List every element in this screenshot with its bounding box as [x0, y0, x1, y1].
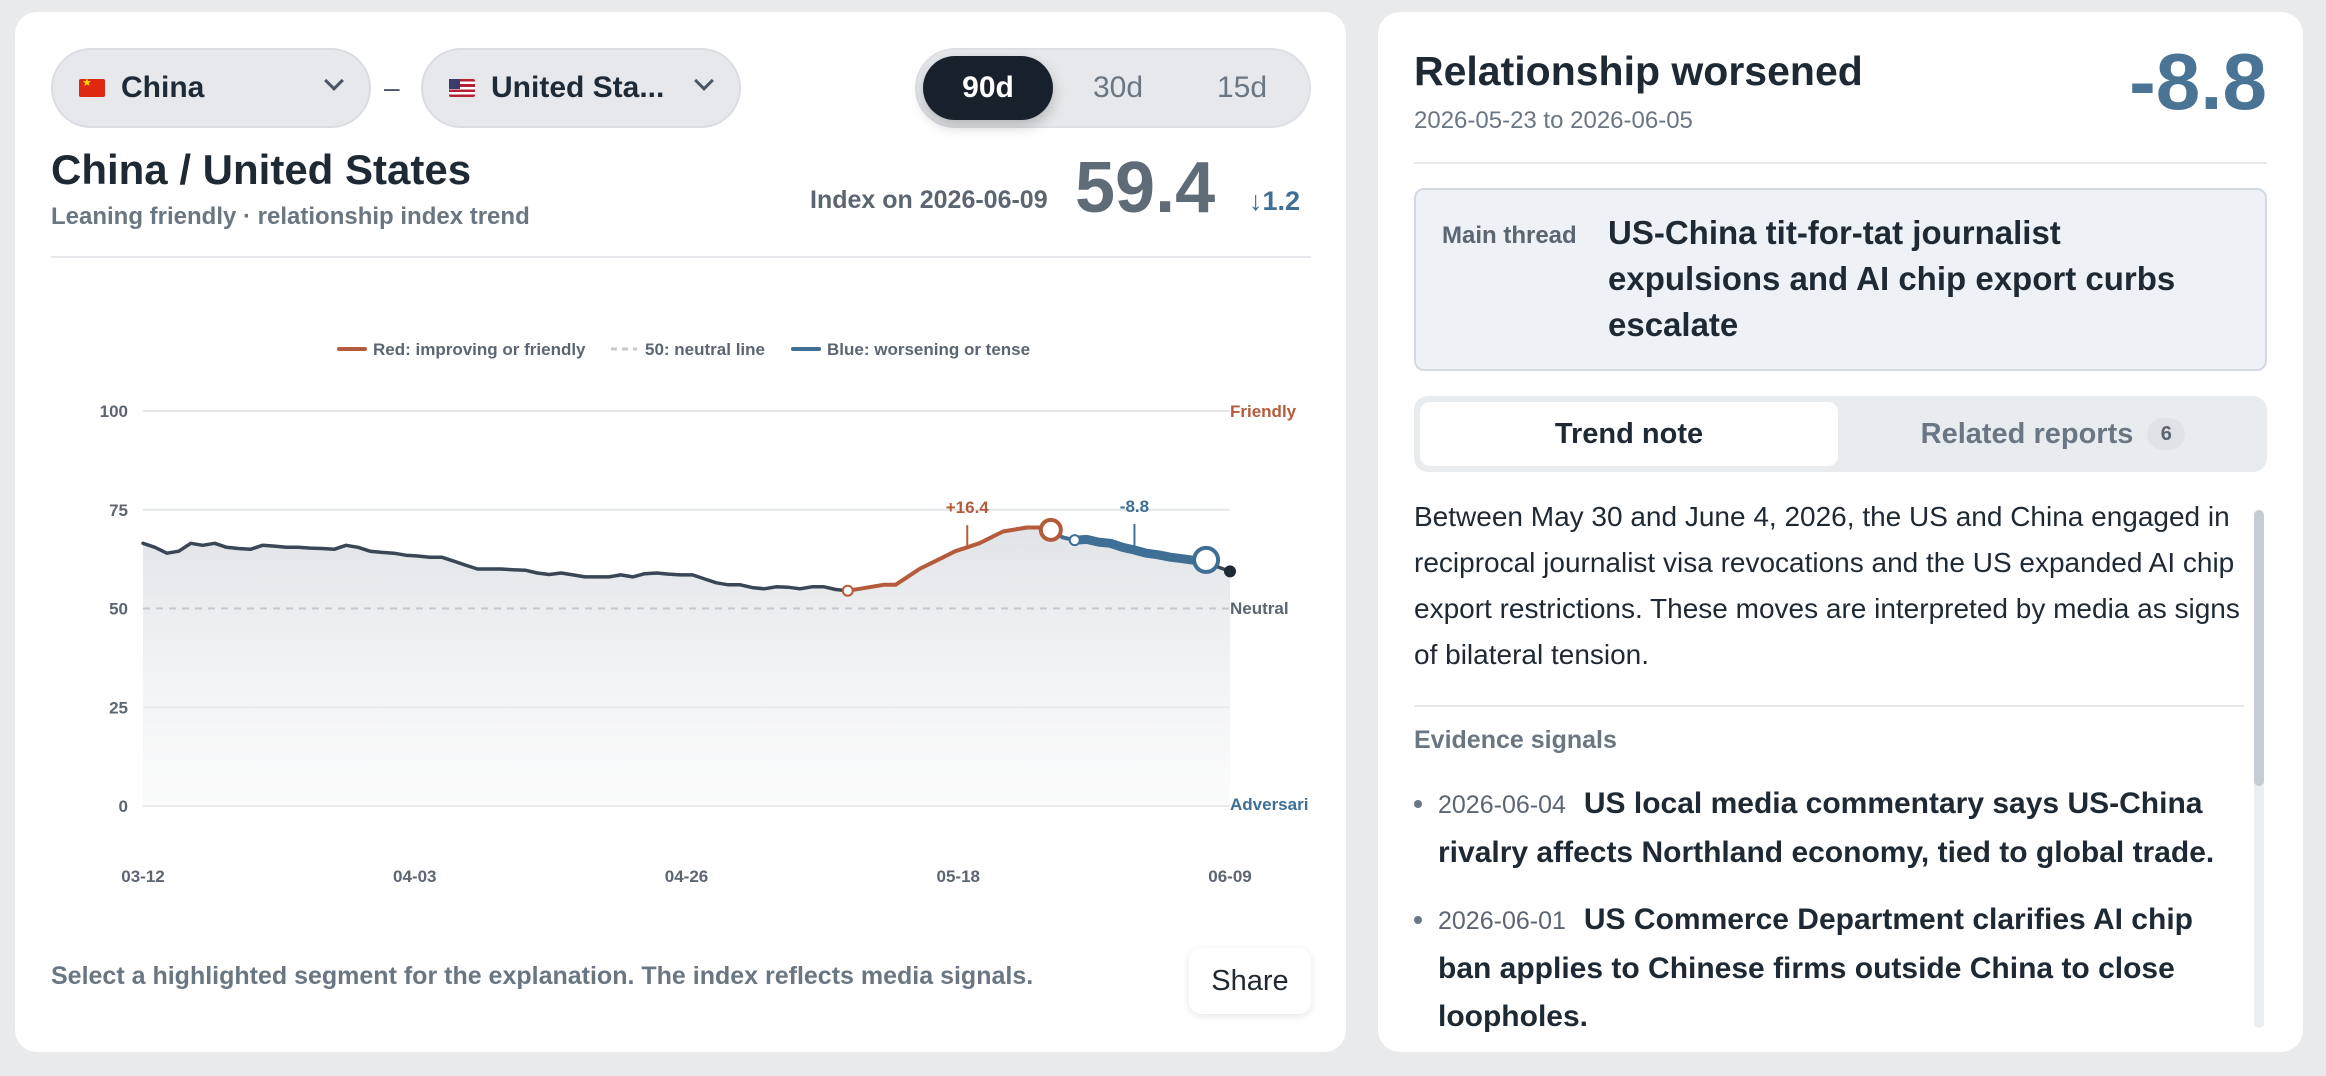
bullet-icon: [1414, 800, 1422, 808]
header-divider: [51, 256, 1311, 258]
worsening-segment-label: -8.8: [1120, 497, 1149, 516]
range-option-15d[interactable]: 15d: [1183, 56, 1301, 120]
segment-end-point: [1192, 545, 1221, 574]
x-tick-label: 04-03: [393, 867, 436, 886]
legend-red: Red: improving or friendly: [373, 340, 586, 359]
index-date-label: Index on 2026-06-09: [810, 186, 1048, 214]
index-value: 59.4: [1075, 148, 1216, 228]
chart-legend: Red: improving or friendly 50: neutral l…: [337, 340, 1030, 359]
bullet-icon: [1414, 916, 1422, 924]
detail-panel: Relationship worsened 2026-05-23 to 2026…: [1378, 12, 2303, 1052]
x-tick-label: 06-09: [1208, 867, 1251, 886]
latest-point: [1224, 565, 1236, 578]
improving-segment-label: +16.4: [946, 498, 990, 517]
country-a-label: China: [121, 71, 205, 104]
range-option-30d[interactable]: 30d: [1059, 56, 1177, 120]
cn-flag-icon: [79, 76, 105, 97]
legend-blue: Blue: worsening or tense: [827, 340, 1030, 359]
us-flag-icon: [449, 79, 475, 97]
page-subtitle: Leaning friendly · relationship index tr…: [51, 203, 530, 230]
chevron-down-icon: [694, 71, 714, 91]
y-tick-label: 75: [109, 501, 128, 520]
x-tick-label: 04-26: [665, 867, 708, 886]
detail-date-range: 2026-05-23 to 2026-06-05: [1414, 107, 1693, 134]
country-separator: –: [384, 72, 400, 103]
relationship-index-chart: Red: improving or friendly 50: neutral l…: [100, 340, 1309, 886]
y-tick-label: 0: [119, 797, 128, 816]
detail-delta: -8.8: [2129, 37, 2267, 126]
zone-label-friendly: Friendly: [1230, 402, 1297, 421]
tab-trend-note-label: Trend note: [1554, 417, 1704, 450]
main-thread-label: Main thread: [1442, 222, 1577, 249]
detail-title: Relationship worsened: [1414, 48, 1863, 94]
trend-panel: China – United Sta... 90d 30d 15d China …: [15, 12, 1346, 1052]
tab-related-reports[interactable]: Related reports 6: [1844, 402, 2262, 466]
main-thread-title: US-China tit-for-tat journalist expulsio…: [1608, 214, 2176, 343]
evidence-heading: Evidence signals: [1414, 726, 1617, 754]
zone-label-adversarial: Adversari: [1230, 795, 1308, 814]
range-option-90d[interactable]: 90d: [923, 56, 1053, 120]
tab-related-reports-label: Related reports: [1920, 417, 2134, 450]
evidence-item[interactable]: 2026-06-04 US local media commentary says…: [1414, 780, 2244, 877]
segment-peak-point: [1038, 517, 1063, 542]
section-divider: [1414, 705, 2244, 707]
y-axis: 0 25 50 75 100: [100, 402, 128, 816]
index-area: [143, 527, 1230, 806]
range-toggle: 90d 30d 15d: [915, 48, 1311, 128]
share-button[interactable]: Share: [1189, 948, 1311, 1014]
evidence-date: 2026-06-01: [1438, 907, 1566, 935]
country-b-selector[interactable]: United Sta...: [421, 48, 741, 128]
x-tick-label: 03-12: [121, 867, 164, 886]
detail-tabs: Trend note Related reports 6: [1414, 396, 2267, 472]
index-change: ↓1.2: [1249, 186, 1301, 216]
y-tick-label: 50: [109, 600, 128, 619]
x-tick-label: 05-18: [937, 867, 980, 886]
zone-label-neutral: Neutral: [1230, 599, 1289, 618]
evidence-item[interactable]: 2026-06-01 US Commerce Department clarifi…: [1414, 896, 2244, 1041]
evidence-date: 2026-06-04: [1438, 791, 1566, 819]
x-axis: 03-12 04-03 04-26 05-18 06-09: [121, 867, 1251, 886]
country-b-label: United Sta...: [491, 71, 665, 104]
footer-note: Select a highlighted segment for the exp…: [51, 962, 1034, 990]
country-a-selector[interactable]: China: [51, 48, 371, 128]
scrollbar[interactable]: [2254, 510, 2264, 1028]
chevron-down-icon: [324, 71, 344, 91]
main-thread-card: Main thread US-China tit-for-tat journal…: [1414, 188, 2267, 371]
related-reports-count-badge: 6: [2147, 418, 2186, 450]
segment-start-point: [1068, 534, 1081, 547]
scrollbar-thumb[interactable]: [2254, 510, 2264, 786]
detail-divider: [1414, 162, 2267, 164]
segment-start-point: [841, 584, 854, 597]
tab-trend-note[interactable]: Trend note: [1420, 402, 1838, 466]
y-tick-label: 100: [100, 402, 128, 421]
legend-neutral: 50: neutral line: [645, 340, 765, 359]
y-tick-label: 25: [109, 698, 128, 717]
page-title: China / United States: [51, 146, 472, 193]
trend-note-text: Between May 30 and June 4, 2026, the US …: [1414, 501, 2240, 670]
